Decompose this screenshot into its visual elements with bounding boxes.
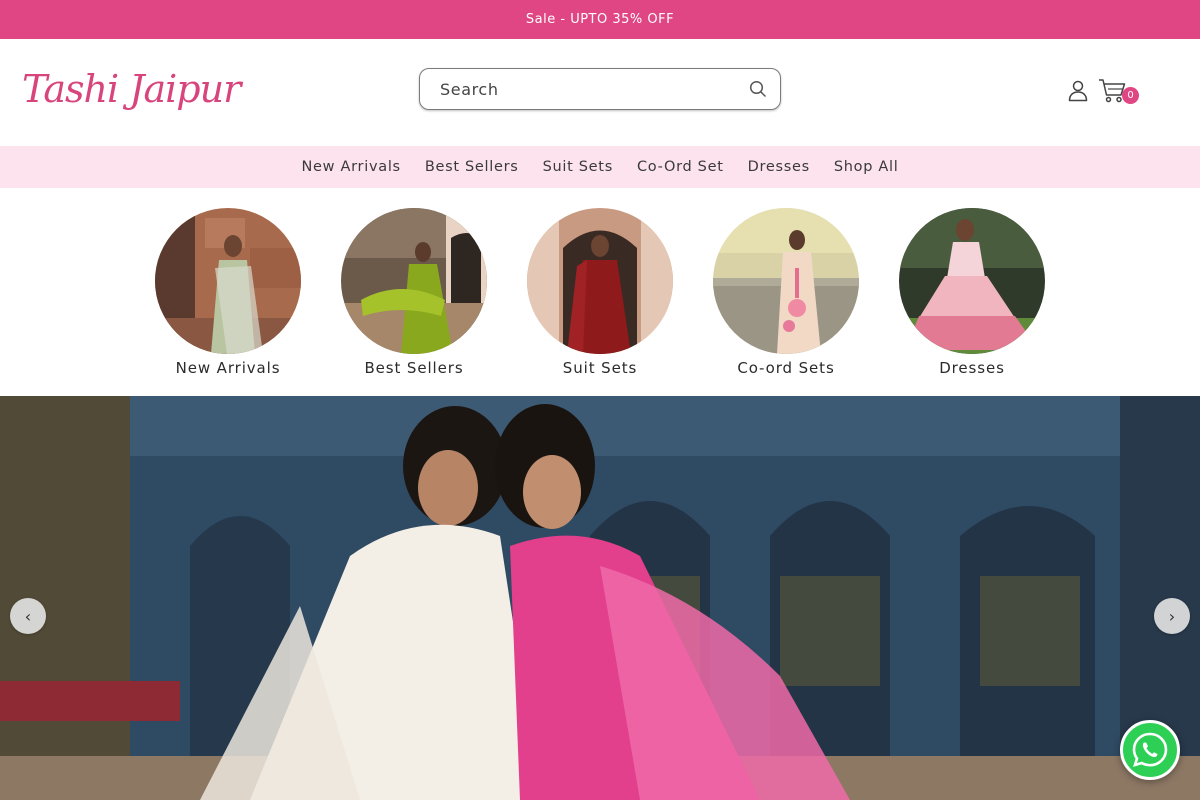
category-new-arrivals[interactable]: New Arrivals (135, 208, 321, 377)
category-suit-sets[interactable]: Suit Sets (507, 208, 693, 377)
search-input[interactable] (440, 79, 748, 99)
announcement-bar: Sale - UPTO 35% OFF (0, 0, 1200, 39)
category-label: New Arrivals (175, 359, 281, 377)
category-label: Best Sellers (364, 359, 464, 377)
cart-count-badge: 0 (1122, 87, 1139, 104)
category-co-ord-sets[interactable]: Co-ord Sets (693, 208, 879, 377)
whatsapp-button[interactable] (1120, 720, 1180, 780)
nav-item-new-arrivals[interactable]: New Arrivals (290, 159, 413, 175)
hero-prev-button[interactable]: ‹ (10, 598, 46, 634)
hero-image (0, 396, 1200, 800)
category-strip: New Arrivals Best Sellers Suit Sets Co-o… (0, 188, 1200, 396)
category-best-sellers[interactable]: Best Sellers (321, 208, 507, 377)
category-image[interactable] (155, 208, 301, 354)
user-icon[interactable] (1066, 79, 1090, 103)
nav-item-dresses[interactable]: Dresses (736, 159, 822, 175)
brand-logo[interactable]: Tashi Jaipur (22, 61, 241, 121)
chevron-left-icon: ‹ (24, 606, 32, 626)
category-image[interactable] (527, 208, 673, 354)
main-nav: New Arrivals Best Sellers Suit Sets Co-O… (0, 146, 1200, 188)
nav-item-best-sellers[interactable]: Best Sellers (413, 159, 531, 175)
search-icon[interactable] (748, 79, 768, 99)
category-image[interactable] (713, 208, 859, 354)
category-label: Dresses (939, 359, 1005, 377)
nav-item-suit-sets[interactable]: Suit Sets (531, 159, 625, 175)
nav-item-co-ord-set[interactable]: Co-Ord Set (625, 159, 736, 175)
hero-next-button[interactable]: › (1154, 598, 1190, 634)
category-dresses[interactable]: Dresses (879, 208, 1065, 377)
category-label: Co-ord Sets (737, 359, 835, 377)
hero-banner: ‹ › (0, 396, 1200, 800)
category-label: Suit Sets (562, 359, 638, 377)
chevron-right-icon: › (1168, 606, 1176, 626)
nav-item-shop-all[interactable]: Shop All (822, 159, 911, 175)
site-header: Tashi Jaipur 0 (0, 39, 1200, 146)
category-image[interactable] (899, 208, 1045, 354)
category-image[interactable] (341, 208, 487, 354)
search-box[interactable] (419, 68, 781, 110)
whatsapp-icon (1132, 732, 1168, 767)
announcement-text: Sale - UPTO 35% OFF (525, 12, 675, 27)
